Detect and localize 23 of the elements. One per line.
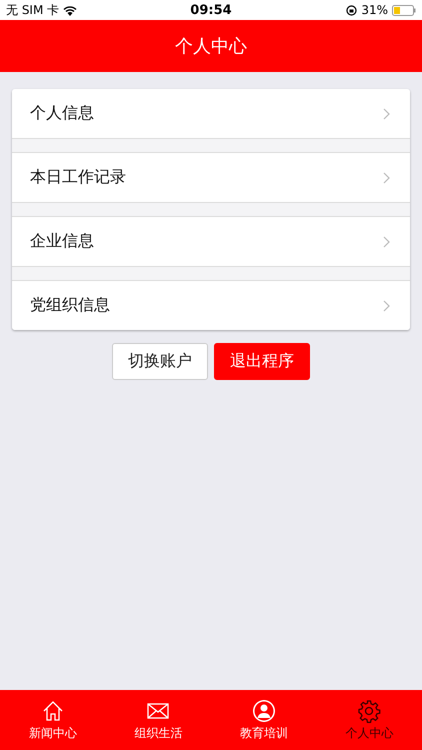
switch-account-button[interactable]: 切换账户 [112,343,208,380]
chevron-icon [383,172,390,184]
rotation-lock-icon [346,4,358,16]
tab-item[interactable]: 新闻中心 [0,690,106,750]
menu-item[interactable]: 党组织信息 [12,280,410,330]
exit-button[interactable]: 退出程序 [214,343,310,380]
carrier-label: 无 SIM 卡 [6,2,60,18]
wifi-icon [63,4,78,16]
battery-percent: 31% [361,3,388,17]
page-title: 个人中心 [175,35,247,58]
tab-item[interactable]: 教育培训 [211,690,316,750]
menu-item[interactable]: 企业信息 [12,216,410,267]
chevron-icon [383,236,390,248]
chevron-icon [383,300,390,312]
clock-time: 09:54 [190,2,232,18]
settings-icon [357,698,382,722]
battery-icon [392,4,416,16]
chevron-icon [383,108,390,120]
user-icon [252,698,276,722]
tab-item[interactable]: 个人中心 [316,690,422,750]
menu-item[interactable]: 本日工作记录 [12,152,410,203]
menu-item[interactable]: 个人信息 [12,89,410,139]
tab-item[interactable]: 组织生活 [106,690,211,750]
